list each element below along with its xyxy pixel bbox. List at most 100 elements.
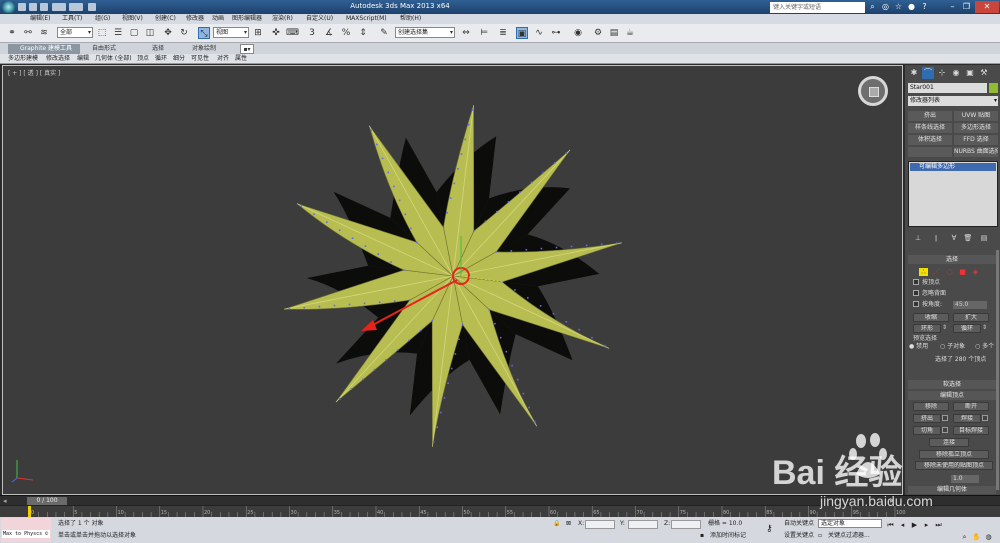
viewcube-face[interactable] [869, 87, 879, 97]
selected-vertex[interactable] [447, 382, 449, 385]
reference-coord-select[interactable]: 视图 [213, 27, 249, 38]
schematic-view-icon[interactable]: ⊶ [550, 27, 562, 39]
selected-vertex[interactable] [333, 304, 336, 307]
selected-vertex[interactable] [410, 227, 412, 230]
edge-mode-icon[interactable]: ⋰ [932, 268, 941, 276]
selected-vertex[interactable] [408, 299, 411, 301]
snaps-toggle-icon[interactable]: 3 [306, 27, 318, 39]
preview-multi-radio[interactable]: ○ 多个 [975, 343, 994, 351]
selected-vertex[interactable] [300, 205, 303, 208]
break-button[interactable]: 断开 [953, 402, 989, 411]
selected-vertex[interactable] [484, 220, 487, 223]
selected-vertex[interactable] [398, 199, 401, 202]
time-tag-icon[interactable]: ▪ [700, 532, 704, 540]
selected-vertex[interactable] [370, 129, 372, 132]
selected-vertex[interactable] [510, 250, 513, 252]
selected-vertex[interactable] [534, 420, 536, 423]
selected-vertex[interactable] [381, 157, 384, 160]
binoculars-icon[interactable]: ◎ [880, 2, 891, 12]
selected-vertex[interactable] [519, 191, 521, 193]
key-filters-button[interactable]: 关键点过滤器... [828, 532, 870, 540]
set-key-label[interactable]: 设置关键点 [784, 532, 814, 540]
ribbon-loops[interactable]: 循环 [155, 55, 167, 63]
selected-vertex[interactable] [542, 171, 544, 174]
object-name-field[interactable]: Star001 [908, 83, 987, 93]
selected-vertex[interactable] [600, 243, 603, 246]
named-selection-select[interactable]: 创建选择集 [395, 27, 455, 38]
save-file-icon[interactable] [40, 3, 48, 11]
mod-poly-select-button[interactable]: 多边形选择 [954, 123, 998, 133]
tab-selection[interactable]: 选择 [152, 44, 164, 54]
selected-vertex[interactable] [318, 305, 321, 308]
selected-vertex[interactable] [539, 305, 542, 307]
selected-vertex[interactable] [404, 213, 407, 216]
menu-customize[interactable]: 自定义(U) [306, 15, 333, 23]
select-move-icon[interactable]: ✥ [162, 27, 174, 39]
preview-subobject-radio[interactable]: ○ 子对象 [940, 343, 965, 351]
restore-icon[interactable]: ❐ [960, 1, 973, 13]
open-file-icon[interactable] [29, 3, 37, 11]
rollout-soft-selection[interactable]: 软选择 [908, 380, 996, 389]
motion-tab-icon[interactable]: ◉ [950, 67, 962, 79]
selected-vertex[interactable] [499, 336, 502, 339]
make-unique-icon[interactable]: ∀ [949, 233, 959, 243]
select-rotate-icon[interactable]: ↻ [178, 27, 190, 39]
polygon-mode-icon[interactable]: ■ [958, 268, 967, 276]
modifier-stack[interactable]: 可编辑多边形 [908, 161, 998, 227]
time-slider[interactable]: 0 / 100 [27, 497, 67, 505]
spinner-snap-icon[interactable]: ⇕ [357, 27, 369, 39]
selection-filter-select[interactable]: 全部 [57, 27, 93, 38]
selected-vertex[interactable] [505, 350, 508, 353]
selected-vertex[interactable] [467, 123, 470, 126]
search-input[interactable]: 键入关键字或短语 [770, 2, 865, 13]
menu-create[interactable]: 创建(C) [155, 15, 176, 23]
selected-vertex[interactable] [313, 213, 315, 216]
selected-vertex[interactable] [432, 441, 435, 443]
selected-vertex[interactable] [377, 253, 380, 255]
add-time-tag[interactable]: 添加时间标记 [710, 532, 746, 540]
prev-key-icon[interactable]: ◂ [898, 521, 907, 529]
selected-vertex[interactable] [378, 301, 381, 304]
ring-spinner-icon[interactable]: ⇕ [942, 324, 947, 331]
ribbon-modify-selection[interactable]: 修改选择 [46, 55, 70, 63]
select-object-icon[interactable]: ⬚ [96, 27, 108, 39]
lock-icon[interactable]: 🔒 [553, 520, 560, 528]
extrude-settings-icon[interactable] [942, 415, 948, 421]
curve-editor-icon[interactable]: ∿ [533, 27, 545, 39]
selected-vertex[interactable] [415, 241, 418, 244]
mod-ffd-select-button[interactable]: FFD 选择 [954, 135, 998, 145]
perspective-viewport[interactable]: [ + ] [ 透 ] [ 真实 ] [2, 65, 903, 495]
selected-vertex[interactable] [348, 303, 351, 306]
pan-icon[interactable]: ✋ [972, 533, 981, 541]
selected-vertex[interactable] [458, 338, 460, 341]
app-logo-icon[interactable] [2, 1, 15, 13]
selected-vertex[interactable] [440, 411, 442, 414]
ribbon-polygon-modeling[interactable]: 多边形建模 [8, 55, 38, 63]
auto-key-label[interactable]: 自动关键点 [784, 520, 814, 528]
selected-vertex[interactable] [522, 392, 525, 395]
selected-vertex[interactable] [443, 397, 446, 399]
selected-vertex[interactable] [526, 297, 529, 299]
utilities-tab-icon[interactable]: ⚒ [978, 67, 990, 79]
ignore-backfacing-checkbox[interactable] [913, 290, 919, 296]
project-folder-icon[interactable] [88, 3, 96, 11]
key-icon[interactable]: ⚷ [766, 525, 773, 534]
ribbon-geometry-all[interactable]: 几何体 (全部) [95, 55, 132, 63]
menu-view[interactable]: 视图(V) [122, 15, 143, 23]
selected-vertex[interactable] [339, 398, 341, 400]
pin-stack-icon[interactable]: ⊥ [913, 233, 923, 243]
selected-vertex[interactable] [362, 378, 364, 381]
selected-vertex[interactable] [570, 245, 573, 248]
mod-volume-select-button[interactable]: 体积选择 [908, 135, 952, 145]
tab-freeform[interactable]: 自由形式 [92, 44, 116, 54]
menu-rendering[interactable]: 渲染(R) [272, 15, 293, 23]
by-angle-checkbox[interactable] [913, 301, 919, 307]
selected-vertex[interactable] [494, 322, 496, 325]
material-editor-icon[interactable]: ◉ [572, 27, 584, 39]
pivot-center-icon[interactable]: ⊞ [252, 27, 264, 39]
render-production-icon[interactable]: ☕ [624, 27, 636, 39]
ribbon-vertices[interactable]: 顶点 [137, 55, 149, 63]
goto-start-icon[interactable]: ⏮ [886, 521, 895, 529]
menu-graph-editors[interactable]: 图形编辑器 [232, 15, 262, 23]
by-vertex-row[interactable]: 按顶点 [913, 279, 940, 287]
